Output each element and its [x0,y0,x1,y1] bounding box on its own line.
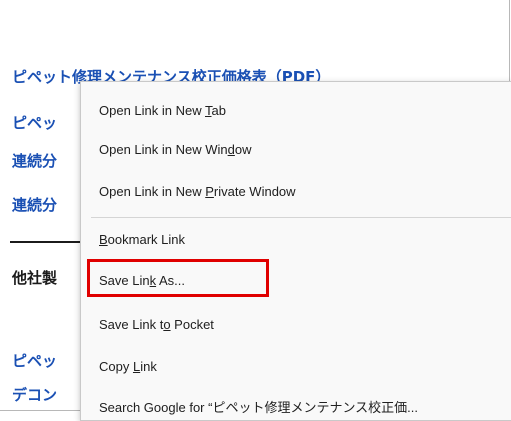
menu-item-open-new-tab[interactable]: Open Link in New Tab [99,103,226,119]
page-link-continuous-1[interactable]: 連続分 [12,152,57,170]
menu-item-open-private-window[interactable]: Open Link in New Private Window [99,184,296,200]
page-link-pipette-bottom[interactable]: ピペッ [12,352,57,370]
page-link-pipette[interactable]: ピペッ [12,114,57,132]
menu-item-copy-link[interactable]: Copy Link [99,359,157,375]
section-divider [10,241,90,243]
menu-separator [91,217,511,218]
context-menu: Open Link in New Tab Open Link in New Wi… [80,81,511,421]
page-link-decon[interactable]: デコン [12,386,57,404]
highlight-box [87,259,269,297]
menu-item-open-new-window[interactable]: Open Link in New Window [99,142,251,158]
browser-viewport: ピペット修理メンテナンス校正価格表（PDF） ピペッ 連続分 連続分 他社製 ピ… [0,0,511,421]
menu-item-save-link-to-pocket[interactable]: Save Link to Pocket [99,317,214,333]
page-link-continuous-2[interactable]: 連続分 [12,196,57,214]
menu-item-search-google[interactable]: Search Google for “ピペット修理メンテナンス校正価... [99,400,418,416]
section-heading-other-makers: 他社製 [12,269,58,287]
menu-item-bookmark-link[interactable]: Bookmark Link [99,232,185,248]
